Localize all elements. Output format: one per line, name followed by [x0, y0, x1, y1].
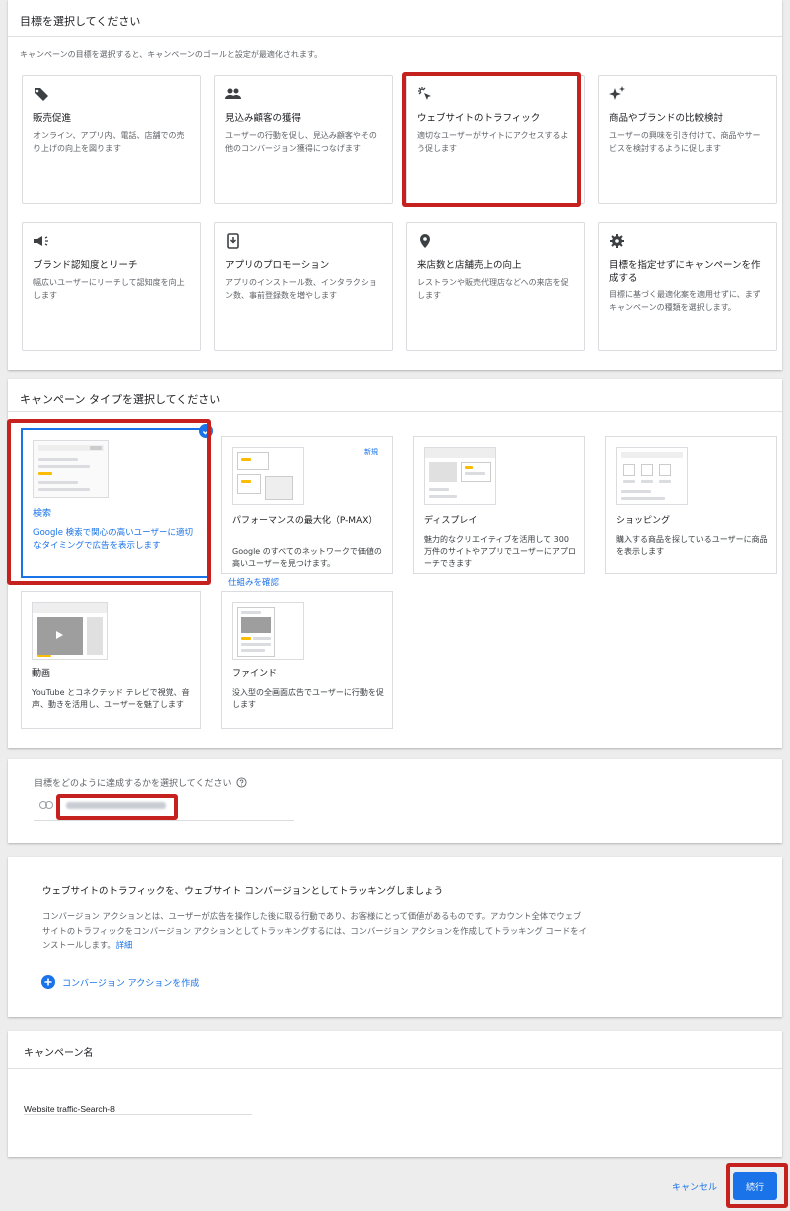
goal-panel: 目標を選択してください キャンペーンの目標を選択すると、キャンペーンのゴールと設… — [8, 0, 782, 370]
goal-card-desc: ユーザーの興味を引き付けて、商品やサービスを検討するように促します — [609, 131, 761, 153]
goal-card-consideration[interactable]: 商品やブランドの比較検討 ユーザーの興味を引き付けて、商品やサービスを検討するよ… — [598, 75, 777, 204]
reach-heading-text: 目標をどのように達成するかを選択してください — [34, 779, 232, 789]
goal-card-title: 目標を指定せずにキャンペーンを作成する — [609, 260, 761, 284]
people-icon — [225, 88, 241, 99]
type-card-title: 検索 — [33, 509, 52, 519]
add-circle-icon — [41, 975, 55, 989]
goal-card-desc: アプリのインストール数、インタラクション数、事前登録数を増やします — [225, 278, 377, 300]
goal-card-title: ウェブサイトのトラフィック — [417, 113, 541, 124]
campaign-name-panel: キャンペーン名 Website traffic-Search-8 — [8, 1031, 782, 1157]
create-conversion-button[interactable]: コンバージョン アクションを作成 — [41, 975, 199, 989]
sparkle-icon — [609, 86, 625, 100]
type-card-title: ディスプレイ — [424, 516, 478, 526]
cancel-button[interactable]: キャンセル — [672, 1180, 717, 1193]
campaign-name-heading: キャンペーン名 — [24, 1048, 94, 1059]
display-thumbnail — [424, 447, 496, 505]
new-badge: 新規 — [364, 448, 378, 456]
goal-card-leads[interactable]: 見込み顧客の獲得 ユーザーの行動を促し、見込み顧客やその他のコンバージョン獲得に… — [214, 75, 393, 204]
goal-card-app[interactable]: アプリのプロモーション アプリのインストール数、インタラクション数、事前登録数を… — [214, 222, 393, 351]
goal-card-desc: 適切なユーザーがサイトにアクセスするよう促します — [417, 131, 569, 153]
type-card-desc: YouTube とコネクテッド テレビで視覚、音声、動きを活用し、ユーザーを魅了… — [32, 688, 190, 709]
type-card-title: 動画 — [32, 669, 51, 679]
goal-card-sales[interactable]: 販売促進 オンライン、アプリ内、電話、店舗での売り上げの向上を図ります — [22, 75, 201, 204]
goal-card-store[interactable]: 来店数と店舗売上の向上 レストランや販売代理店などへの来店を促します — [406, 222, 585, 351]
tag-icon — [34, 88, 48, 101]
phone-download-icon — [227, 233, 239, 249]
search-thumbnail — [33, 440, 109, 498]
divider — [8, 411, 782, 412]
type-card-search[interactable]: 検索 Google 検索で関心の高いユーザーに適切なタイミングで広告を表示します — [21, 428, 209, 578]
goal-subtitle: キャンペーンの目標を選択すると、キャンペーンのゴールと設定が最適化されます。 — [20, 50, 323, 59]
goal-card-title: アプリのプロモーション — [225, 260, 330, 271]
url-underline — [34, 820, 294, 821]
type-card-display[interactable]: ディスプレイ 魅力的なクリエイティブを活用して 300 万件のサイトやアプリでユ… — [413, 436, 585, 574]
type-card-title: ショッピング — [616, 516, 671, 526]
type-card-desc: 魅力的なクリエイティブを活用して 300 万件のサイトやアプリでユーザーにアプロ… — [424, 535, 576, 568]
type-card-title: ファインド — [232, 669, 278, 679]
campaign-type-panel: キャンペーン タイプを選択してください 検索 Google 検索で関心の高いユー… — [8, 379, 782, 748]
conversion-heading: ウェブサイトのトラフィックを、ウェブサイト コンバージョンとしてトラッキングしま… — [42, 886, 444, 897]
type-card-title: パフォーマンスの最大化（P-MAX） — [232, 516, 378, 526]
create-conversion-label: コンバージョン アクションを作成 — [62, 978, 200, 989]
type-heading: キャンペーン タイプを選択してください — [20, 393, 221, 406]
goal-card-desc: 幅広いユーザーにリーチして認知度を向上します — [33, 278, 185, 300]
pmax-thumbnail — [232, 447, 304, 505]
conversion-panel: ウェブサイトのトラフィックを、ウェブサイト コンバージョンとしてトラッキングしま… — [8, 857, 782, 1017]
url-blurred — [66, 802, 166, 809]
reach-panel: 目標をどのように達成するかを選択してください — [8, 759, 782, 843]
shopping-thumbnail — [616, 447, 688, 505]
url-input[interactable] — [62, 799, 174, 812]
conversion-body-line: コンバージョン アクションとは、ユーザーが広告を操作した後に取る行動であり、お客… — [42, 911, 582, 921]
location-pin-icon — [420, 234, 430, 248]
megaphone-icon — [34, 236, 48, 246]
gear-icon — [610, 234, 624, 248]
reach-heading: 目標をどのように達成するかを選択してください — [34, 776, 248, 789]
type-card-pmax[interactable]: 新規 パフォーマンスの最大化（P-MAX） Google のすべてのネットワーク… — [221, 436, 393, 574]
type-card-discovery[interactable]: ファインド 没入型の全画面広告でユーザーに行動を促します — [221, 591, 393, 729]
goal-card-title: 見込み顧客の獲得 — [225, 113, 302, 124]
campaign-name-value: Website traffic-Search-8 — [24, 1104, 115, 1114]
divider — [8, 1068, 782, 1069]
goal-heading: 目標を選択してください — [20, 15, 141, 28]
how-it-works-link[interactable]: 仕組みを確認 — [228, 576, 279, 588]
goal-card-title: ブランド認知度とリーチ — [33, 260, 138, 271]
type-card-shopping[interactable]: ショッピング 購入する商品を探しているユーザーに商品を表示します — [605, 436, 777, 574]
selected-check-icon — [199, 424, 213, 438]
type-card-desc: Google 検索で関心の高いユーザーに適切なタイミングで広告を表示します — [33, 528, 194, 551]
campaign-name-underline — [24, 1114, 252, 1115]
conversion-body-line: ンストールします。 — [42, 940, 116, 950]
type-card-desc: 購入する商品を探しているユーザーに商品を表示します — [616, 535, 768, 556]
goal-card-title: 来店数と店舗売上の向上 — [417, 260, 522, 271]
divider — [8, 36, 782, 37]
help-icon[interactable] — [236, 777, 248, 788]
cursor-click-icon — [418, 87, 431, 100]
type-card-desc: 没入型の全画面広告でユーザーに行動を促します — [232, 688, 384, 709]
goal-card-awareness[interactable]: ブランド認知度とリーチ 幅広いユーザーにリーチして認知度を向上します — [22, 222, 201, 351]
goal-card-no-goal[interactable]: 目標を指定せずにキャンペーンを作成する 目標に基づく最適化案を適用せずに、まずキ… — [598, 222, 777, 351]
conversion-body: コンバージョン アクションとは、ユーザーが広告を操作した後に取る行動であり、お客… — [42, 909, 762, 953]
goal-card-traffic[interactable]: ウェブサイトのトラフィック 適切なユーザーがサイトにアクセスするよう促します — [406, 75, 585, 204]
conversion-body-line: サイトのトラフィックをコンバージョン アクションとしてトラッキングするには、コン… — [42, 925, 587, 936]
goal-card-desc: レストランや販売代理店などへの来店を促します — [417, 278, 569, 300]
campaign-name-input[interactable]: Website traffic-Search-8 — [24, 1097, 252, 1115]
play-icon — [56, 631, 63, 639]
link-icon — [39, 801, 53, 809]
type-card-desc: Google のすべてのネットワークで価値の高いユーザーを見つけます。 — [232, 547, 382, 568]
goal-card-desc: 目標に基づく最適化案を適用せずに、まずキャンペーンの種類を選択します。 — [609, 290, 761, 312]
type-card-video[interactable]: 動画 YouTube とコネクテッド テレビで視覚、音声、動きを活用し、ユーザー… — [21, 591, 201, 729]
goal-card-title: 商品やブランドの比較検討 — [609, 113, 724, 124]
discovery-thumbnail — [232, 602, 304, 660]
goal-card-desc: オンライン、アプリ内、電話、店舗での売り上げの向上を図ります — [33, 131, 185, 153]
continue-button[interactable]: 続行 — [733, 1172, 777, 1200]
details-link[interactable]: 詳細 — [116, 940, 133, 950]
video-thumbnail — [32, 602, 108, 660]
goal-card-desc: ユーザーの行動を促し、見込み顧客やその他のコンバージョン獲得につなげます — [225, 131, 377, 153]
goal-card-title: 販売促進 — [33, 113, 72, 124]
